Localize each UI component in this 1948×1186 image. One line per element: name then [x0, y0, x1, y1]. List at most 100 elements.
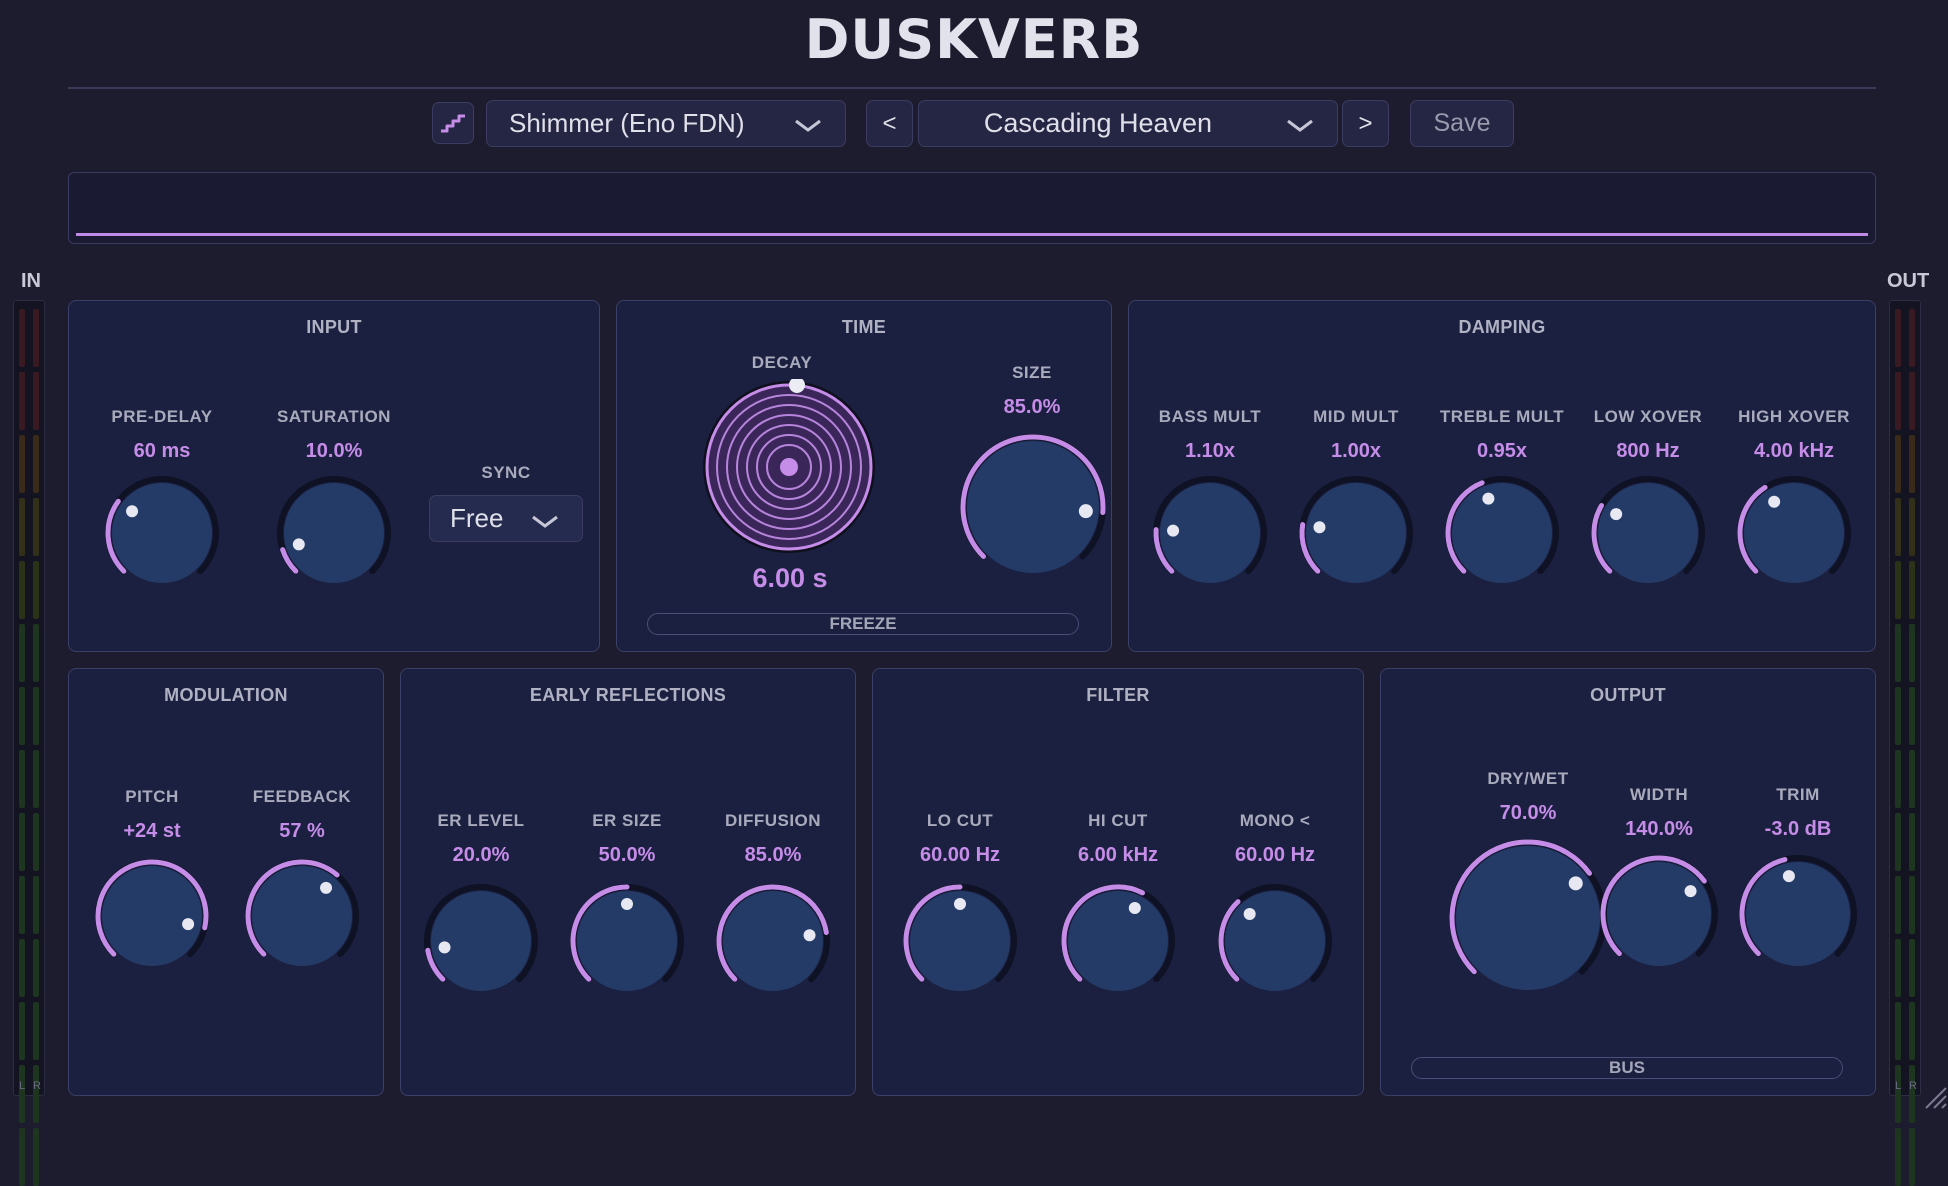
meter-segment: [19, 498, 25, 556]
early-reflections-panel-title: EARLY REFLECTIONS: [529, 685, 727, 705]
meter-right-label: R: [33, 1080, 41, 1092]
meter-segment: [33, 750, 39, 808]
hi-cut-value: 6.00 kHz: [1077, 844, 1159, 866]
meter-segment: [1909, 1065, 1915, 1123]
knob-body: [252, 866, 352, 966]
save-button[interactable]: Save: [1410, 100, 1514, 147]
resize-grip-icon[interactable]: [1920, 1082, 1948, 1110]
treble-mult-value: 0.95x: [1476, 440, 1528, 462]
mono-knob[interactable]: [1215, 881, 1335, 1006]
knob-pointer: [1782, 870, 1795, 883]
knob-graphic: [105, 476, 219, 583]
knob-graphic: [1737, 476, 1851, 583]
lo-cut-knob[interactable]: [900, 881, 1020, 1006]
chevron-down-icon: [795, 119, 821, 132]
er-size-knob[interactable]: [567, 881, 687, 1006]
size-value: 85.0%: [1003, 396, 1061, 418]
meter-segment: [1895, 750, 1901, 808]
knob-graphic: [570, 884, 684, 991]
feedback-knob[interactable]: [242, 856, 362, 981]
saturation-knob[interactable]: [274, 473, 394, 598]
sync-dropdown[interactable]: Free: [429, 495, 583, 542]
freeze-button[interactable]: FREEZE: [647, 613, 1079, 635]
drywet-knob[interactable]: [1446, 836, 1610, 1005]
knob-pointer: [438, 941, 451, 954]
knob-body: [431, 891, 531, 991]
high-xover-knob[interactable]: [1734, 473, 1854, 598]
width-knob[interactable]: [1597, 852, 1721, 981]
meter-segment: [19, 1065, 25, 1123]
app-title: DUSKVERB: [804, 8, 1144, 71]
knob-graphic: [95, 859, 209, 966]
meter-segment: [33, 1002, 39, 1060]
predelay-knob[interactable]: [102, 473, 222, 598]
filter-panel-title: FILTER: [1086, 685, 1150, 705]
meter-segment: [19, 309, 25, 367]
knob-pointer: [1568, 876, 1583, 891]
treble-mult-knob[interactable]: [1442, 473, 1562, 598]
sync-param: SYNC: [431, 463, 581, 483]
mid-mult-knob[interactable]: [1296, 473, 1416, 598]
predelay-param: PRE-DELAY 60 ms: [87, 407, 237, 463]
size-knob[interactable]: [957, 431, 1109, 588]
chevron-down-icon: [532, 515, 558, 528]
knob-pointer: [1313, 521, 1326, 534]
input-panel: INPUT PRE-DELAY 60 ms SATURATION 10.0% S…: [68, 300, 600, 652]
feedback-value: 57 %: [279, 820, 325, 842]
knob-graphic: [1218, 884, 1332, 991]
meter-left-label: L: [19, 1080, 26, 1092]
bass-mult-value: 1.10x: [1184, 440, 1236, 462]
diffusion-value: 85.0%: [744, 844, 802, 866]
bus-button[interactable]: BUS: [1411, 1057, 1843, 1079]
knob-pointer: [1684, 885, 1697, 898]
time-panel-title: TIME: [841, 317, 887, 337]
meter-segment: [1895, 1065, 1901, 1123]
knob-body: [1068, 891, 1168, 991]
drywet-value: 70.0%: [1499, 802, 1557, 824]
previous-preset-button[interactable]: <: [866, 100, 913, 147]
mono-label: MONO <: [1239, 811, 1311, 830]
knob-body: [1744, 483, 1844, 583]
decay-param: DECAY: [707, 353, 857, 373]
next-preset-button[interactable]: >: [1342, 100, 1389, 147]
hi-cut-param: HI CUT 6.00 kHz: [1043, 811, 1193, 867]
preset-dropdown[interactable]: Cascading Heaven: [918, 100, 1338, 147]
meter-segment: [1895, 498, 1901, 556]
meter-segment: [1909, 939, 1915, 997]
mono-param: MONO < 60.00 Hz: [1200, 811, 1350, 867]
knob-pointer: [803, 929, 816, 942]
decay-value-wrap: 6.00 s: [715, 563, 865, 594]
waveform-line: [76, 233, 1868, 236]
er-level-knob[interactable]: [421, 881, 541, 1006]
meter-segment: [33, 561, 39, 619]
meter-segment: [19, 561, 25, 619]
hi-cut-knob[interactable]: [1058, 881, 1178, 1006]
knob-pointer: [182, 918, 195, 931]
meter-segment: [1895, 372, 1901, 430]
treble-mult-label: TREBLE MULT: [1439, 407, 1565, 426]
knob-body: [1607, 862, 1711, 966]
algorithm-dropdown[interactable]: Shimmer (Eno FDN): [486, 100, 846, 147]
meter-segment: [1895, 813, 1901, 871]
diffusion-knob[interactable]: [713, 881, 833, 1006]
bass-mult-knob[interactable]: [1150, 473, 1270, 598]
predelay-label: PRE-DELAY: [111, 407, 213, 426]
knob-graphic: [1299, 476, 1413, 583]
trim-knob[interactable]: [1736, 852, 1860, 981]
pitch-knob[interactable]: [92, 856, 212, 981]
low-xover-label: LOW XOVER: [1593, 407, 1703, 426]
width-value: 140.0%: [1625, 818, 1693, 840]
meter-segment: [19, 435, 25, 493]
damping-panel-title: DAMPING: [1458, 317, 1546, 337]
meter-segment: [1895, 687, 1901, 745]
output-panel: OUTPUT DRY/WET 70.0% WIDTH 140.0% TRIM -…: [1380, 668, 1876, 1096]
meter-segment: [1909, 813, 1915, 871]
knob-pointer: [1078, 504, 1093, 519]
meter-segment: [1909, 1128, 1915, 1186]
knob-graphic: [277, 476, 391, 583]
high-xover-param: HIGH XOVER 4.00 kHz: [1719, 407, 1869, 463]
decay-spiral-knob[interactable]: [701, 379, 877, 555]
algorithm-icon-button[interactable]: [432, 102, 474, 144]
stairs-icon: [441, 114, 465, 133]
low-xover-knob[interactable]: [1588, 473, 1708, 598]
